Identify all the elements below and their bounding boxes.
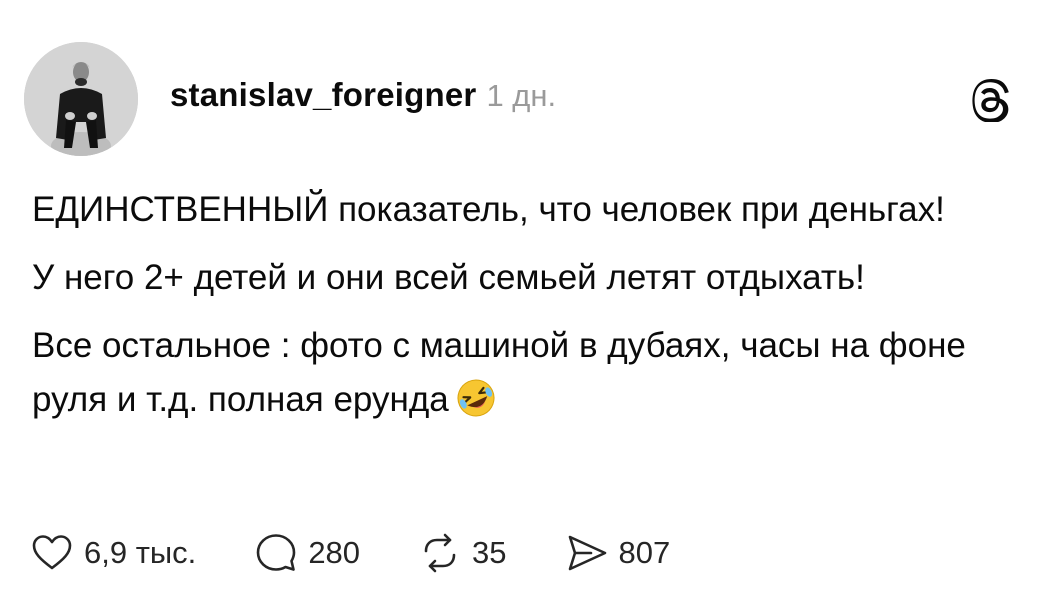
post-text: Все остальное : фото с машиной в дубаях,…	[32, 326, 966, 419]
post-header: stanislav_foreigner 1 дн.	[170, 76, 556, 124]
repost-button[interactable]: 35	[418, 531, 507, 575]
comment-bubble-icon	[254, 531, 298, 575]
reply-count: 280	[308, 535, 361, 570]
post-text: ЕДИНСТВЕННЫЙ показатель, что человек при…	[32, 190, 945, 229]
action-bar: 6,9 тыс. 280 35 807	[30, 528, 670, 578]
threads-logo-icon[interactable]	[970, 78, 1014, 123]
post-time: 1 дн.	[486, 78, 557, 113]
post-text: У него 2+ детей и они всей семьей летят …	[32, 258, 865, 297]
send-icon	[565, 531, 609, 575]
threads-post: stanislav_foreigner 1 дн. ЕДИНСТВЕННЫЙ п…	[0, 0, 1042, 600]
like-button[interactable]: 6,9 тыс.	[30, 531, 196, 575]
share-button[interactable]: 807	[565, 531, 671, 575]
like-count: 6,9 тыс.	[84, 535, 197, 570]
repost-count: 35	[472, 535, 507, 570]
post-paragraph: У него 2+ детей и они всей семьей летят …	[32, 251, 1007, 305]
post-paragraph: ЕДИНСТВЕННЫЙ показатель, что человек при…	[32, 183, 1007, 237]
heart-icon	[30, 531, 74, 575]
avatar-photo	[24, 42, 138, 156]
username-link[interactable]: stanislav_foreigner	[170, 76, 476, 114]
share-count: 807	[618, 535, 671, 570]
avatar[interactable]	[24, 42, 138, 156]
post-paragraph: Все остальное : фото с машиной в дубаях,…	[32, 319, 1007, 427]
post-body: ЕДИНСТВЕННЫЙ показатель, что человек при…	[32, 183, 1007, 441]
reply-button[interactable]: 280	[254, 531, 360, 575]
repost-icon	[418, 531, 462, 575]
rolling-on-the-floor-laughing-emoji-icon	[455, 377, 497, 419]
